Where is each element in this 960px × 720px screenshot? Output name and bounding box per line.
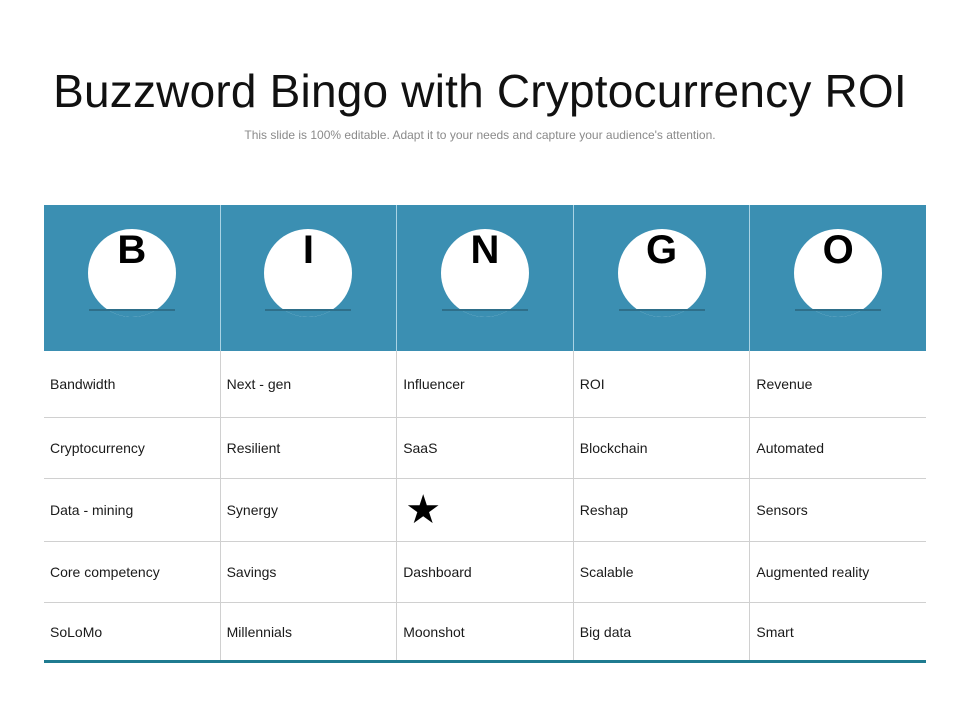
free-space-cell: ★ bbox=[397, 479, 574, 541]
bingo-cell: Core competency bbox=[44, 542, 221, 602]
bingo-header: B I N G O bbox=[44, 205, 926, 351]
header-letter: B bbox=[117, 228, 147, 272]
ball-shadow-line bbox=[265, 309, 352, 311]
header-letter: O bbox=[822, 228, 854, 272]
bottom-rule bbox=[44, 660, 926, 663]
bingo-cell: SoLoMo bbox=[44, 603, 221, 660]
bingo-cell: Savings bbox=[221, 542, 398, 602]
header-cell-i: I bbox=[221, 205, 398, 351]
bingo-row: SoLoMo Millennials Moonshot Big data Sma… bbox=[44, 603, 926, 660]
ball-shadow-line bbox=[618, 309, 705, 311]
bingo-cell: Synergy bbox=[221, 479, 398, 541]
bingo-cell: Millennials bbox=[221, 603, 398, 660]
bingo-row: Cryptocurrency Resilient SaaS Blockchain… bbox=[44, 418, 926, 479]
star-icon: ★ bbox=[405, 488, 442, 532]
header-letter: N bbox=[470, 228, 500, 272]
bingo-row: Bandwidth Next - gen Influencer ROI Reve… bbox=[44, 351, 926, 418]
header-cell-o: O bbox=[750, 205, 926, 351]
header-cell-b: B bbox=[44, 205, 221, 351]
bingo-cell: Reshap bbox=[574, 479, 751, 541]
bingo-cell: Influencer bbox=[397, 351, 574, 417]
header-cell-g: G bbox=[574, 205, 751, 351]
bingo-cell: Blockchain bbox=[574, 418, 751, 478]
bingo-row: Core competency Savings Dashboard Scalab… bbox=[44, 542, 926, 603]
ball-shadow-line bbox=[795, 309, 882, 311]
header-cell-n: N bbox=[397, 205, 574, 351]
bingo-cell: ROI bbox=[574, 351, 751, 417]
bingo-cell: Resilient bbox=[221, 418, 398, 478]
ball-shadow-line bbox=[88, 309, 175, 311]
bingo-cell: Next - gen bbox=[221, 351, 398, 417]
bingo-cell: SaaS bbox=[397, 418, 574, 478]
bingo-cell: Moonshot bbox=[397, 603, 574, 660]
bingo-cell: Revenue bbox=[756, 376, 813, 392]
header-letter: I bbox=[302, 228, 314, 272]
bingo-cell: Smart bbox=[756, 623, 794, 640]
bingo-cell: Scalable bbox=[574, 542, 751, 602]
bingo-cell: Data - mining bbox=[44, 479, 221, 541]
bingo-cell: Automated bbox=[756, 440, 825, 456]
bingo-cell: Augmented reality bbox=[756, 564, 870, 580]
bingo-row: Data - mining Synergy ★ Reshap Sensors bbox=[44, 479, 926, 542]
bingo-cell: Big data bbox=[574, 603, 751, 660]
bingo-cell: Bandwidth bbox=[44, 351, 221, 417]
slide-subtitle: This slide is 100% editable. Adapt it to… bbox=[244, 128, 716, 142]
header-letter: G bbox=[646, 228, 678, 272]
ball-shadow-line bbox=[441, 309, 528, 311]
bingo-grid: Bandwidth Next - gen Influencer ROI Reve… bbox=[44, 351, 926, 660]
slide-title: Buzzword Bingo with Cryptocurrency ROI bbox=[53, 65, 907, 117]
bingo-cell: Dashboard bbox=[397, 542, 574, 602]
bingo-cell: Cryptocurrency bbox=[44, 418, 221, 478]
bingo-cell: Sensors bbox=[756, 502, 808, 518]
bingo-card: B I N G O Bandwidth Next - gen Influence… bbox=[44, 205, 926, 663]
